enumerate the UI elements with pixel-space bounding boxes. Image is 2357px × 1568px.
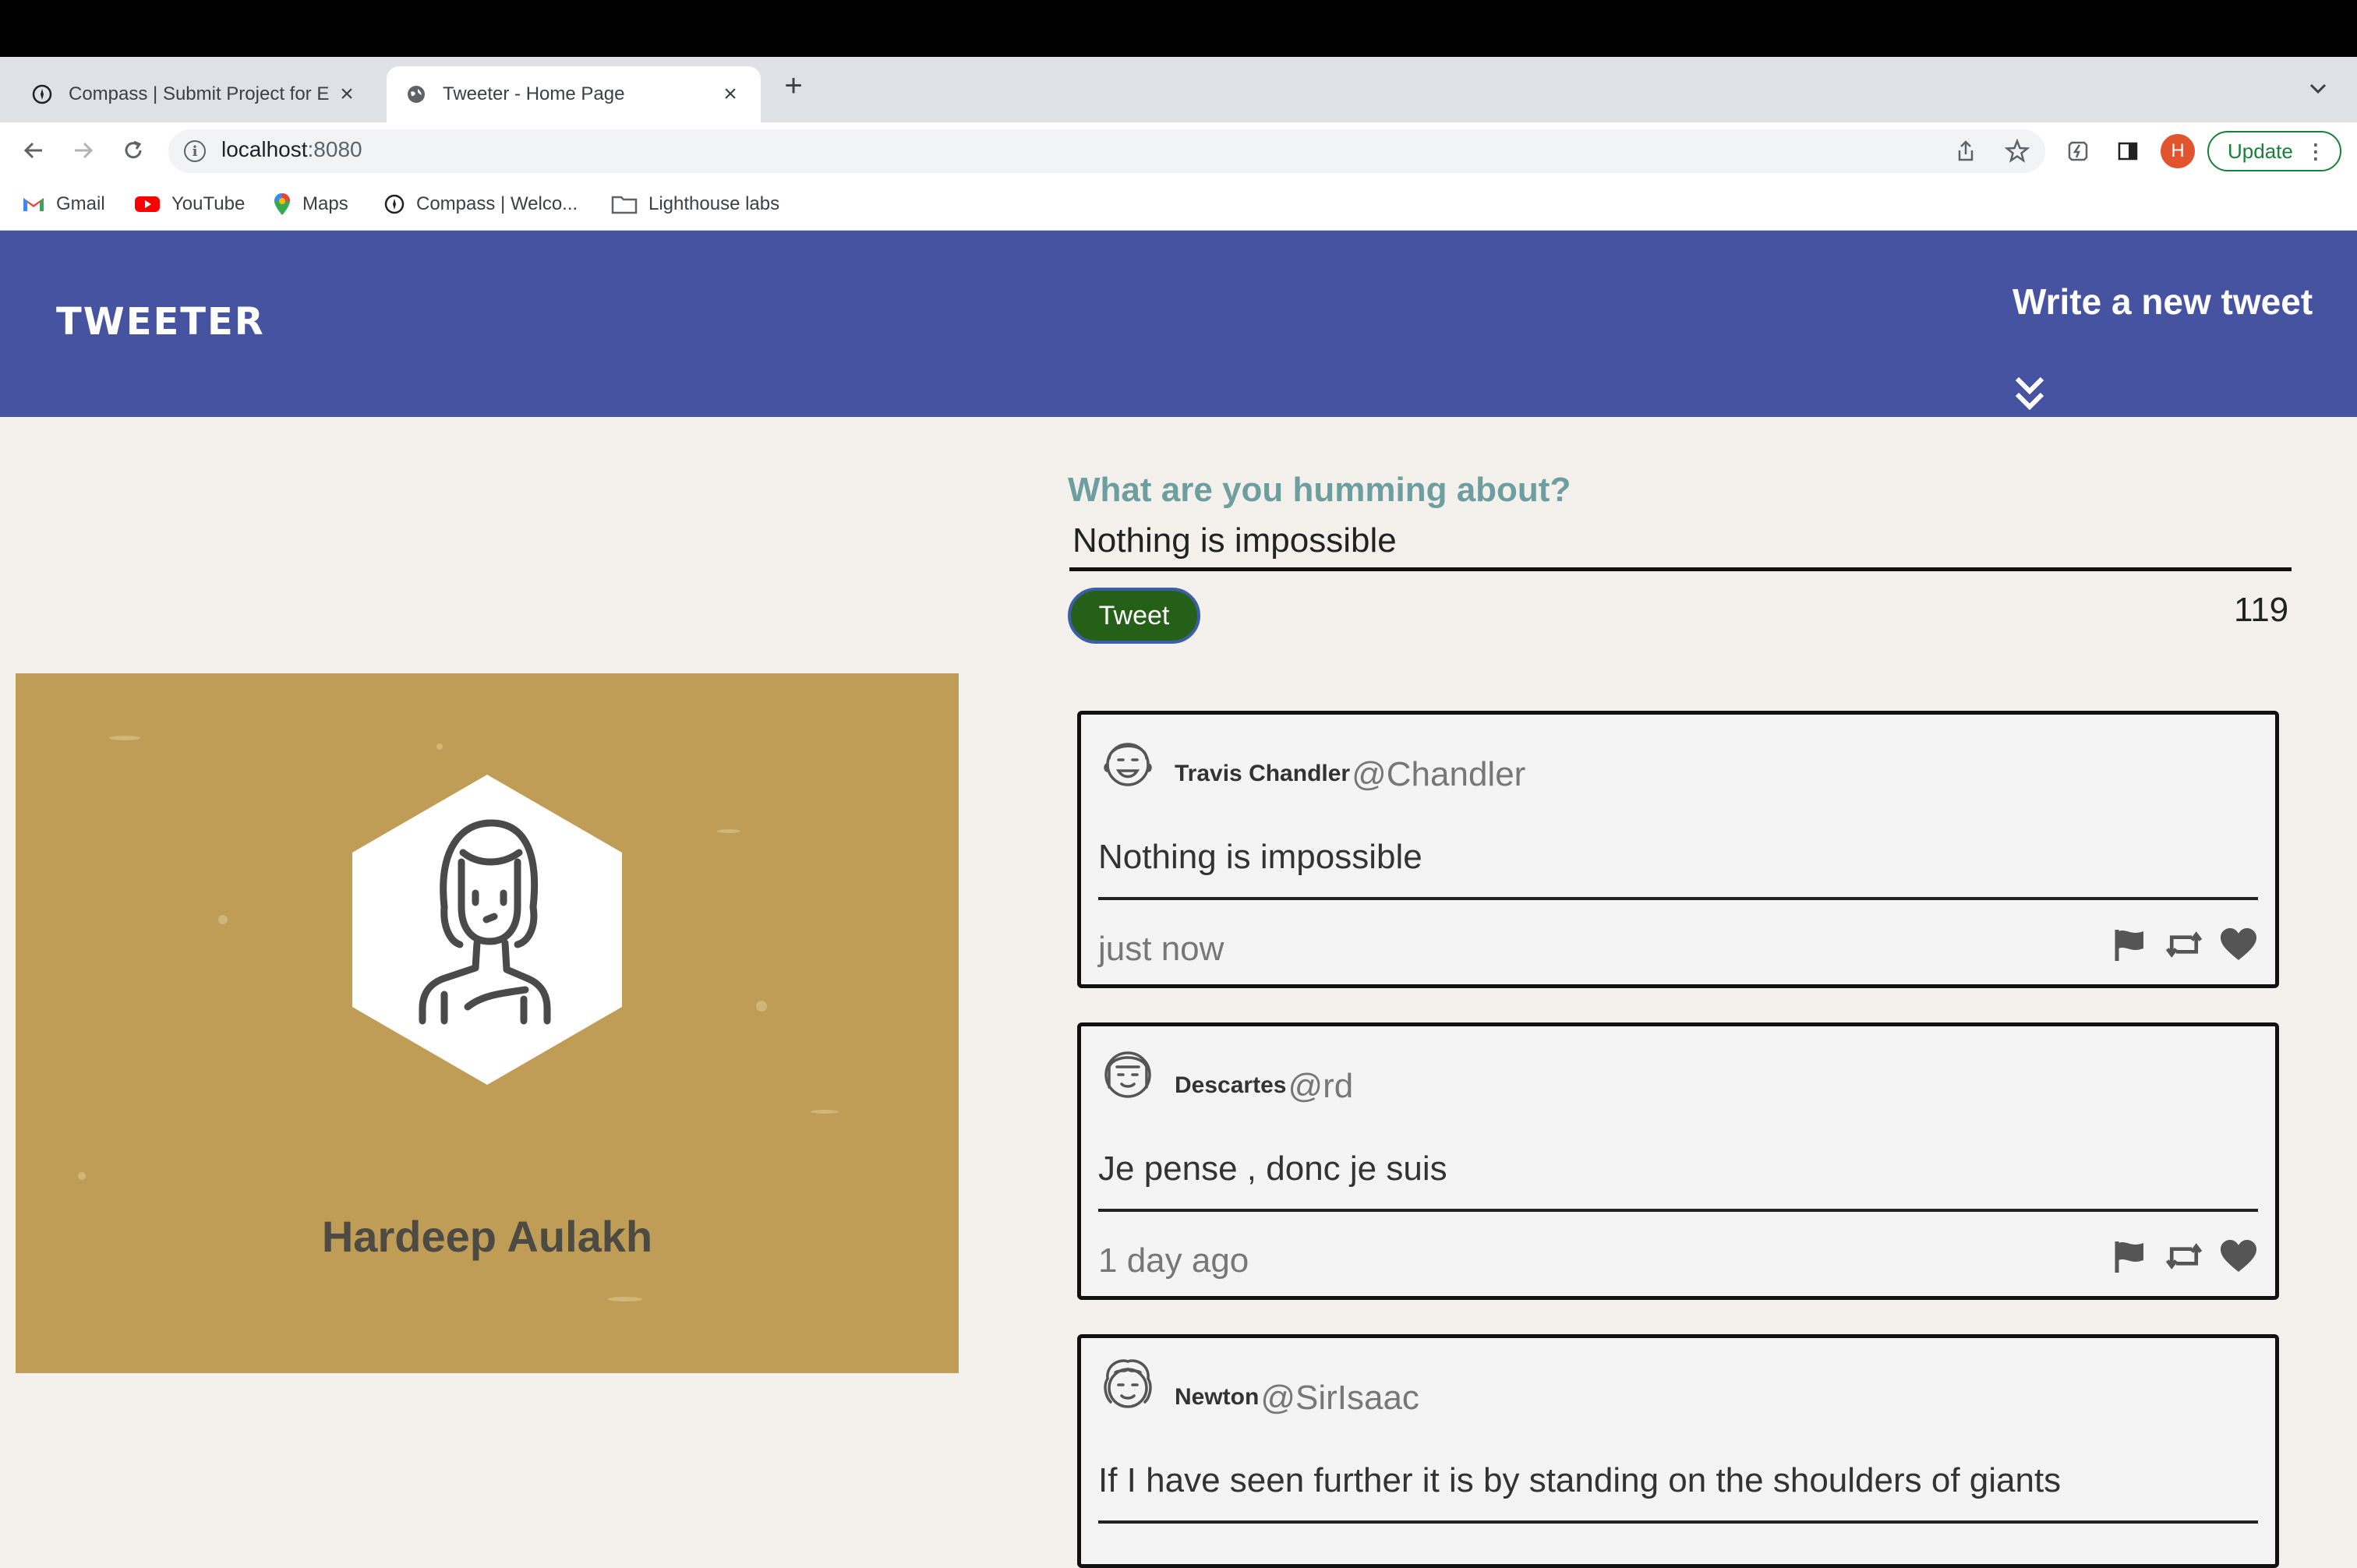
- tweet-divider: [1098, 1209, 2258, 1212]
- flag-icon[interactable]: [2110, 925, 2149, 964]
- flag-icon[interactable]: [2110, 1237, 2149, 1276]
- close-icon[interactable]: ×: [719, 81, 742, 108]
- tweet-textarea[interactable]: [1069, 514, 2292, 571]
- retweet-icon[interactable]: [2164, 925, 2203, 964]
- star-icon[interactable]: [2002, 136, 2033, 167]
- tweet-author: Newton@SirIsaac: [1175, 1374, 1419, 1417]
- write-new-tweet-link[interactable]: Write a new tweet: [2012, 281, 2313, 323]
- tweet-handle: @rd: [1288, 1067, 1354, 1105]
- profile-avatar[interactable]: H: [2161, 134, 2195, 168]
- chevron-down-icon[interactable]: [2309, 76, 2327, 101]
- retweet-icon[interactable]: [2164, 1237, 2203, 1276]
- os-top-bar: [0, 0, 2357, 57]
- bookmark-maps[interactable]: Maps: [273, 190, 348, 218]
- tab-compass[interactable]: Compass | Submit Project for E ×: [12, 66, 377, 122]
- back-arrow-icon[interactable]: [16, 132, 51, 168]
- update-label: Update: [2228, 139, 2293, 163]
- close-icon[interactable]: ×: [335, 81, 359, 108]
- maps-icon: [273, 192, 292, 217]
- tweet-text: If I have seen further it is by standing…: [1098, 1461, 2062, 1499]
- tweet-author-name: Travis Chandler: [1175, 761, 1351, 786]
- info-icon[interactable]: i: [184, 140, 206, 162]
- url-host: localhost: [221, 137, 308, 161]
- more-vert-icon: ⋮: [2305, 139, 2326, 163]
- tweet-actions: [2110, 1237, 2258, 1276]
- update-button[interactable]: Update ⋮: [2207, 131, 2341, 171]
- tweet-author: Descartes@rd: [1175, 1062, 1353, 1105]
- address-bar[interactable]: [168, 129, 2045, 173]
- profile-card: Hardeep Aulakh: [16, 673, 959, 1373]
- tab-label: Tweeter - Home Page: [443, 83, 625, 104]
- tweet-card: Descartes@rd Je pense , donc je suis 1 d…: [1077, 1022, 2279, 1300]
- globe-icon: [405, 83, 427, 105]
- tweet-author: Travis Chandler@Chandler: [1175, 750, 1525, 793]
- tweet-author-name: Newton: [1175, 1384, 1260, 1410]
- user-avatar-icon: [1098, 1355, 1157, 1414]
- bookmark-label: Compass | Welco...: [416, 193, 578, 214]
- bookmark-label: YouTube: [171, 193, 246, 214]
- compose-label: What are you humming about?: [1068, 471, 1571, 509]
- tab-tweeter[interactable]: Tweeter - Home Page ×: [387, 66, 761, 122]
- compass-icon: [383, 193, 405, 215]
- profile-avatar-image: [352, 775, 622, 1085]
- tweet-divider: [1098, 1520, 2258, 1524]
- double-chevron-down-icon[interactable]: [2012, 374, 2047, 413]
- tweet-timestamp: just now: [1098, 930, 1224, 968]
- tweet-text: Je pense , donc je suis: [1098, 1150, 1447, 1188]
- bookmark-label: Gmail: [56, 193, 105, 214]
- tab-strip: Compass | Submit Project for E × Tweeter…: [0, 57, 2357, 122]
- tweet-author-name: Descartes: [1175, 1072, 1287, 1098]
- tweet-card: Newton@SirIsaac If I have seen further i…: [1077, 1334, 2279, 1568]
- user-avatar-icon: [1098, 732, 1157, 791]
- bookmark-label: Maps: [302, 193, 348, 214]
- app-header: [0, 231, 2357, 417]
- url-port: :8080: [307, 137, 362, 161]
- new-tab-icon[interactable]: +: [776, 69, 811, 103]
- share-icon[interactable]: [1950, 136, 1981, 167]
- tweet-card: Travis Chandler@Chandler Nothing is impo…: [1077, 711, 2279, 988]
- bookmark-label: Lighthouse labs: [648, 193, 780, 214]
- bookmarks-bar: [0, 178, 2357, 231]
- side-panel-icon[interactable]: [2112, 136, 2143, 167]
- bookmark-compass[interactable]: Compass | Welco...: [383, 190, 578, 218]
- forward-arrow-icon[interactable]: [65, 132, 101, 168]
- gmail-icon: [22, 196, 45, 213]
- tweet-handle: @Chandler: [1352, 755, 1526, 793]
- youtube-icon: [134, 195, 161, 214]
- reload-icon[interactable]: [115, 132, 151, 168]
- tweet-text: Nothing is impossible: [1098, 838, 1422, 876]
- tweet-divider: [1098, 897, 2258, 900]
- app-logo[interactable]: TWEETER: [56, 300, 265, 344]
- heart-icon[interactable]: [2219, 925, 2258, 964]
- compass-icon: [31, 83, 53, 105]
- tweet-timestamp: 1 day ago: [1098, 1241, 1249, 1280]
- tweet-button[interactable]: Tweet: [1068, 588, 1200, 644]
- char-counter: 119: [2234, 591, 2289, 629]
- bookmark-gmail[interactable]: Gmail: [22, 190, 105, 218]
- folder-icon: [611, 194, 638, 214]
- user-avatar-icon: [1098, 1044, 1157, 1103]
- heart-icon[interactable]: [2219, 1237, 2258, 1276]
- tweet-handle: @SirIsaac: [1260, 1379, 1419, 1417]
- bookmark-youtube[interactable]: YouTube: [134, 190, 245, 218]
- extension-icon[interactable]: [2062, 136, 2094, 167]
- url-text[interactable]: localhost:8080: [221, 137, 362, 162]
- bookmark-lighthouse[interactable]: Lighthouse labs: [611, 190, 779, 218]
- tweet-actions: [2110, 925, 2258, 964]
- tab-label: Compass | Submit Project for E: [69, 83, 330, 104]
- profile-name: Hardeep Aulakh: [321, 1212, 653, 1261]
